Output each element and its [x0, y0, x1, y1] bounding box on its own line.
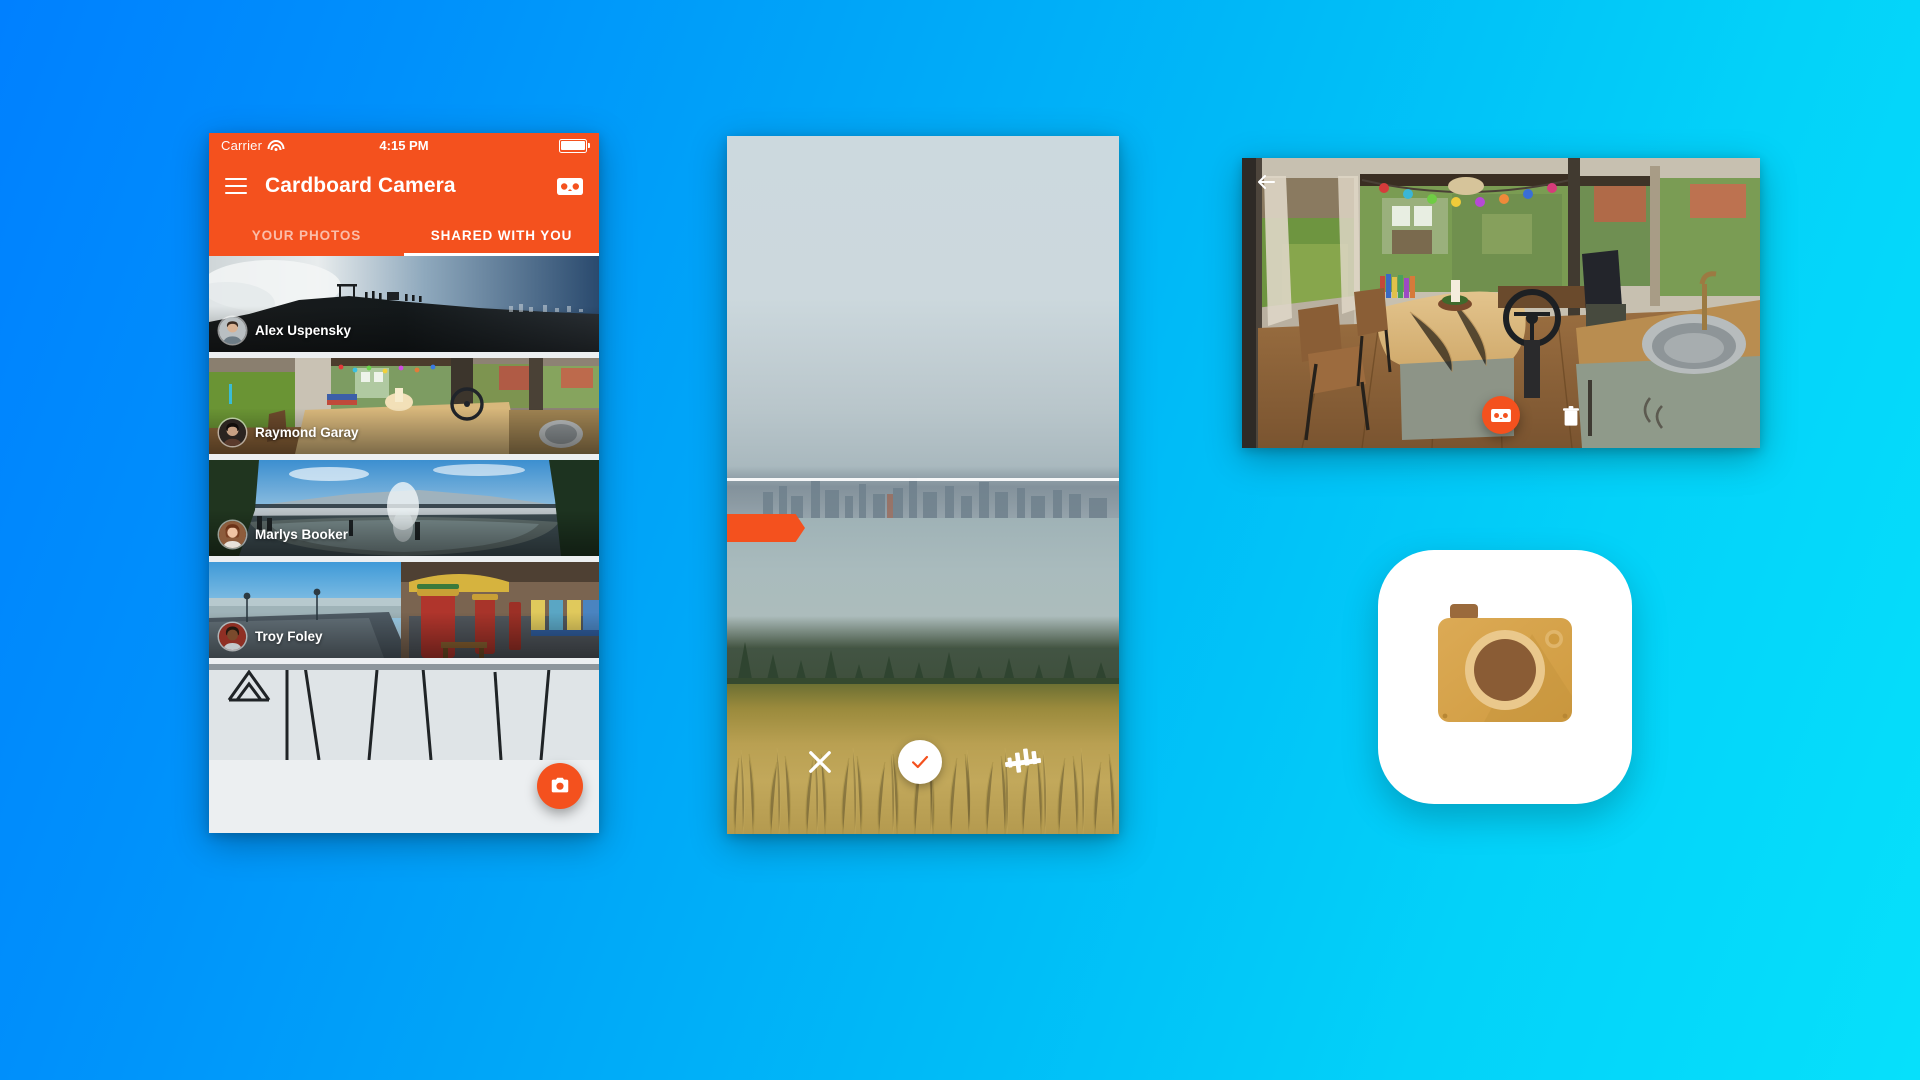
photo-author: Marlys Booker — [255, 527, 349, 542]
level-horizon-button[interactable] — [1003, 746, 1043, 778]
capture-progress-indicator — [727, 514, 805, 542]
tab-shared-with-you[interactable]: SHARED WITH YOU — [404, 214, 599, 256]
avatar — [219, 317, 246, 344]
list-item[interactable]: Alex Uspensky — [209, 256, 599, 352]
tilt-level-icon — [1004, 748, 1041, 773]
camera-glyph — [1438, 604, 1572, 722]
photo-byline: Marlys Booker — [219, 521, 348, 548]
camera-lens — [1474, 639, 1536, 701]
photo-author: Alex Uspensky — [255, 323, 352, 338]
status-bar-right — [559, 138, 590, 153]
capture-skyline — [727, 466, 1119, 518]
vr-viewer-screen — [1242, 158, 1760, 448]
page-title: Cardboard Camera — [265, 174, 456, 197]
horizon-guide-line — [727, 478, 1119, 481]
cancel-capture-button[interactable] — [803, 745, 837, 779]
avatar — [219, 419, 246, 446]
check-icon — [912, 755, 929, 769]
photo-byline: Raymond Garay — [219, 419, 359, 446]
close-x-icon — [809, 751, 832, 773]
list-item[interactable]: Troy Foley — [209, 562, 599, 658]
battery-full-icon — [559, 138, 590, 153]
tab-bar: YOUR PHOTOS SHARED WITH YOU — [209, 214, 599, 256]
showcase-canvas: Carrier 4:15 PM Cardboard Camera YOUR PH… — [0, 0, 1920, 1080]
phone-list-screen: Carrier 4:15 PM Cardboard Camera YOUR PH… — [209, 133, 599, 833]
photo-byline: Alex Uspensky — [219, 317, 351, 344]
photo-feed-list[interactable]: Alex Uspensky Raymond Garay Marlys Booke… — [209, 256, 599, 833]
list-item[interactable] — [209, 664, 599, 760]
status-bar-left: Carrier — [221, 138, 285, 153]
view-in-vr-button[interactable] — [1482, 396, 1520, 434]
status-bar: Carrier 4:15 PM — [209, 133, 599, 158]
hamburger-menu-icon[interactable] — [225, 178, 247, 194]
list-item[interactable]: Marlys Booker — [209, 460, 599, 556]
capture-sky — [727, 136, 1119, 504]
accept-capture-button[interactable] — [897, 740, 942, 784]
photo-byline: Troy Foley — [219, 623, 323, 650]
trash-icon — [1563, 406, 1580, 426]
app-bar: Cardboard Camera — [209, 158, 599, 214]
avatar — [219, 623, 246, 650]
cardboard-vr-icon — [1491, 408, 1511, 422]
cardboard-camera-app-icon[interactable] — [1378, 550, 1632, 804]
tab-your-photos[interactable]: YOUR PHOTOS — [209, 214, 404, 256]
back-button[interactable] — [1254, 170, 1278, 194]
capture-screen — [727, 136, 1119, 834]
photo-thumbnail — [209, 664, 599, 760]
avatar — [219, 521, 246, 548]
arrow-back-icon — [1258, 175, 1275, 189]
wifi-icon — [267, 139, 285, 152]
list-item[interactable]: Raymond Garay — [209, 358, 599, 454]
camera-icon — [551, 777, 569, 793]
photo-author: Troy Foley — [255, 629, 323, 644]
cardboard-vr-icon[interactable] — [557, 177, 583, 195]
capture-controls-bar — [727, 734, 1119, 790]
photo-author: Raymond Garay — [255, 425, 359, 440]
delete-button[interactable] — [1563, 406, 1580, 426]
skyline-silhouette — [763, 478, 1107, 518]
carrier-label: Carrier — [221, 138, 263, 153]
camera-viewfinder — [1450, 604, 1478, 620]
capture-fab-button[interactable] — [537, 763, 583, 809]
